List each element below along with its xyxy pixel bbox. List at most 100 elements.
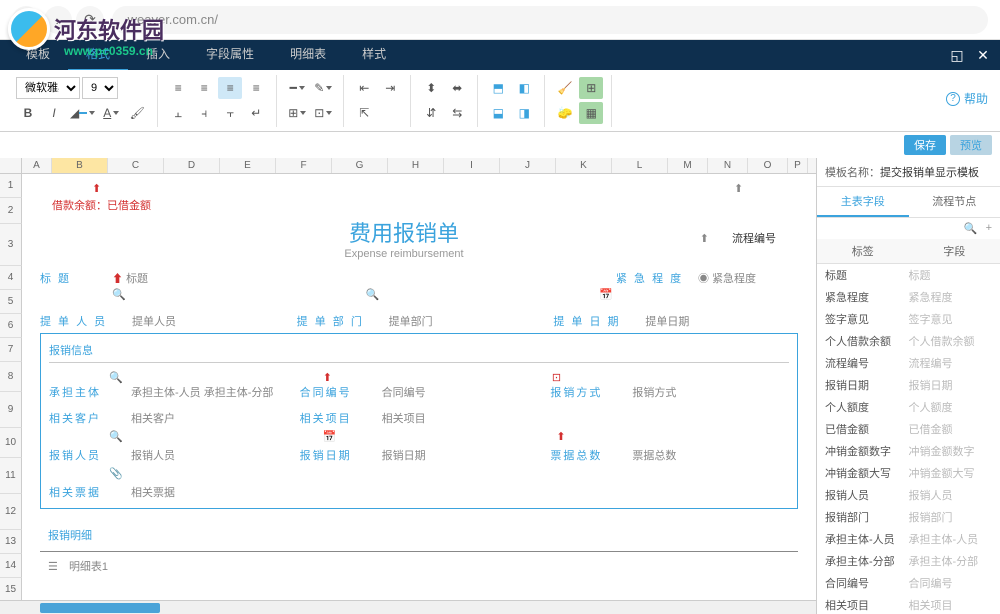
nav-forward-button[interactable]: › <box>44 6 72 34</box>
align-right-button[interactable]: ≡ <box>218 77 242 99</box>
search-icon[interactable]: 🔍 <box>109 430 123 443</box>
field-value[interactable]: 合同编号 <box>382 384 539 400</box>
help-button[interactable]: ? 帮助 <box>946 90 988 107</box>
indent-right-button[interactable]: ⇥ <box>378 77 402 99</box>
menu-insert[interactable]: 插入 <box>128 39 188 71</box>
fill-color-button[interactable]: ◢ <box>68 102 97 124</box>
field-list-item[interactable]: 报销日期报销日期 <box>817 374 1000 396</box>
field-list-item[interactable]: 报销人员报销人员 <box>817 484 1000 506</box>
bold-button[interactable]: B <box>16 102 40 124</box>
field-list-item[interactable]: 承担主体-分部承担主体-分部 <box>817 550 1000 572</box>
border-color-button[interactable]: ✎ <box>311 77 335 99</box>
valign-bottom-button[interactable]: ⫟ <box>218 102 242 124</box>
menu-field-props[interactable]: 字段属性 <box>188 39 272 71</box>
field-list-item[interactable]: 紧急程度紧急程度 <box>817 286 1000 308</box>
row-height-button[interactable]: ⬍ <box>419 77 443 99</box>
nav-back-button[interactable]: ‹ <box>12 6 40 34</box>
valign-top-button[interactable]: ⫠ <box>166 102 190 124</box>
field-list-item[interactable]: 个人借款余额个人借款余额 <box>817 330 1000 352</box>
field-list-item[interactable]: 相关项目相关项目 <box>817 594 1000 614</box>
col-header-b[interactable]: B <box>52 158 108 173</box>
search-icon[interactable]: 🔍 <box>112 288 126 301</box>
col-header-f[interactable]: F <box>276 158 332 173</box>
field-list-item[interactable]: 承担主体-人员承担主体-人员 <box>817 528 1000 550</box>
field-list-item[interactable]: 冲销金额数字冲销金额数字 <box>817 440 1000 462</box>
nav-reload-button[interactable]: ⟳ <box>76 6 104 34</box>
url-bar[interactable]: .weaver.com.cn/ <box>112 6 988 34</box>
row-header[interactable]: 10 <box>0 428 22 458</box>
field-value[interactable]: 相关客户 <box>131 410 288 426</box>
window-restore-button[interactable]: ◱ <box>948 46 966 64</box>
text-indent-button[interactable]: ⇱ <box>352 102 376 124</box>
italic-button[interactable]: I <box>42 102 66 124</box>
field-value[interactable]: 报销日期 <box>382 447 539 463</box>
toggle-guides-button[interactable]: ▦ <box>579 102 603 124</box>
row-header[interactable]: 8 <box>0 362 22 392</box>
add-icon[interactable]: + <box>986 222 992 235</box>
menu-format[interactable]: 格式 <box>68 39 128 71</box>
field-list-item[interactable]: 标题标题 <box>817 264 1000 286</box>
scrollbar-thumb[interactable] <box>40 603 160 613</box>
col-header-a[interactable]: A <box>22 158 52 173</box>
upload-icon[interactable]: ⬆ <box>556 430 565 443</box>
field-list-item[interactable]: 签字意见签字意见 <box>817 308 1000 330</box>
row-header[interactable]: 2 <box>0 198 22 224</box>
detail-table-label[interactable]: 明细表1 <box>69 561 108 573</box>
row-header[interactable]: 15 <box>0 578 22 600</box>
col-header-o[interactable]: O <box>748 158 788 173</box>
align-justify-button[interactable]: ≡ <box>244 77 268 99</box>
search-icon[interactable]: 🔍 <box>109 371 123 384</box>
field-value[interactable]: 票据总数 <box>632 447 789 463</box>
row-header[interactable]: 13 <box>0 530 22 554</box>
window-close-button[interactable]: ✕ <box>974 46 992 64</box>
row-header[interactable]: 6 <box>0 314 22 338</box>
field-value[interactable]: ◉ 紧急程度 <box>698 270 798 286</box>
horizontal-scrollbar[interactable] <box>0 600 816 614</box>
row-header[interactable]: 5 <box>0 290 22 314</box>
row-header[interactable]: 1 <box>0 174 22 198</box>
col-header-m[interactable]: M <box>668 158 708 173</box>
tab-flow-nodes[interactable]: 流程节点 <box>909 187 1000 217</box>
row-header[interactable]: 4 <box>0 266 22 290</box>
field-list[interactable]: 标题标题紧急程度紧急程度签字意见签字意见个人借款余额个人借款余额流程编号流程编号… <box>817 264 1000 614</box>
menu-style[interactable]: 样式 <box>344 39 404 71</box>
font-family-select[interactable]: 微软雅黑 <box>16 77 80 99</box>
align-left-button[interactable]: ≡ <box>166 77 190 99</box>
field-list-item[interactable]: 个人额度个人额度 <box>817 396 1000 418</box>
insert-row-button[interactable]: ⬒ <box>486 77 510 99</box>
toggle-grid-button[interactable]: ⊞ <box>579 77 603 99</box>
indent-left-button[interactable]: ⇤ <box>352 77 376 99</box>
clear-format-button[interactable]: 🧹 <box>553 77 577 99</box>
field-list-item[interactable]: 冲销金额大写冲销金额大写 <box>817 462 1000 484</box>
field-value[interactable]: 报销方式 <box>632 384 789 400</box>
insert-col-button[interactable]: ◧ <box>512 77 536 99</box>
upload-icon[interactable]: ⬆ <box>323 371 332 384</box>
col-header-j[interactable]: J <box>500 158 556 173</box>
col-header-c[interactable]: C <box>108 158 164 173</box>
row-header[interactable]: 7 <box>0 338 22 362</box>
field-value[interactable]: 相关项目 <box>382 410 539 426</box>
field-value[interactable]: 提单人员 <box>132 313 285 329</box>
row-header[interactable]: 9 <box>0 392 22 428</box>
menu-detail-table[interactable]: 明细表 <box>272 39 344 71</box>
autofit-row-button[interactable]: ⇵ <box>419 102 443 124</box>
menu-template[interactable]: 模板 <box>8 39 68 71</box>
delete-col-button[interactable]: ◨ <box>512 102 536 124</box>
col-header-i[interactable]: I <box>444 158 500 173</box>
attachment-icon[interactable]: 📎 <box>109 468 123 480</box>
field-list-item[interactable]: 合同编号合同编号 <box>817 572 1000 594</box>
col-header-p[interactable]: P <box>788 158 808 173</box>
preview-button[interactable]: 预览 <box>950 135 992 155</box>
field-list-item[interactable]: 报销部门报销部门 <box>817 506 1000 528</box>
sheet-body[interactable]: 1 2 3 4 5 6 7 8 9 10 11 12 13 14 15 16 1… <box>0 174 816 600</box>
font-size-select[interactable]: 9 <box>82 77 118 99</box>
select-all-corner[interactable] <box>0 158 22 173</box>
format-painter-button[interactable]: 🖌 <box>125 102 149 124</box>
search-icon[interactable]: 🔍 <box>964 222 978 235</box>
row-header[interactable]: 11 <box>0 458 22 494</box>
field-list-item[interactable]: 流程编号流程编号 <box>817 352 1000 374</box>
col-header-e[interactable]: E <box>220 158 276 173</box>
row-header[interactable]: 3 <box>0 224 22 266</box>
valign-middle-button[interactable]: ⫞ <box>192 102 216 124</box>
col-header-l[interactable]: L <box>612 158 668 173</box>
